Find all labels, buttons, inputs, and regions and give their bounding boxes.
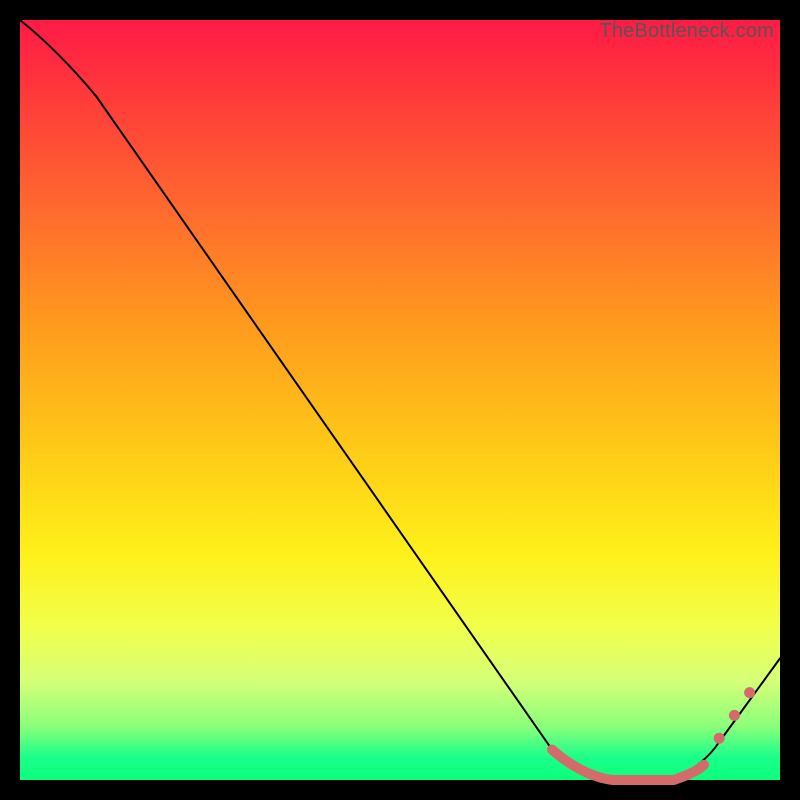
- marker-dots: [714, 688, 754, 744]
- marker-band: [552, 750, 704, 780]
- marker-dot: [729, 710, 739, 720]
- bottleneck-curve: [20, 20, 780, 780]
- marker-dot: [745, 688, 755, 698]
- marker-dot: [714, 733, 724, 743]
- curve-svg: [20, 20, 780, 780]
- chart-frame: TheBottleneck.com: [0, 0, 800, 800]
- plot-area: TheBottleneck.com: [20, 20, 780, 780]
